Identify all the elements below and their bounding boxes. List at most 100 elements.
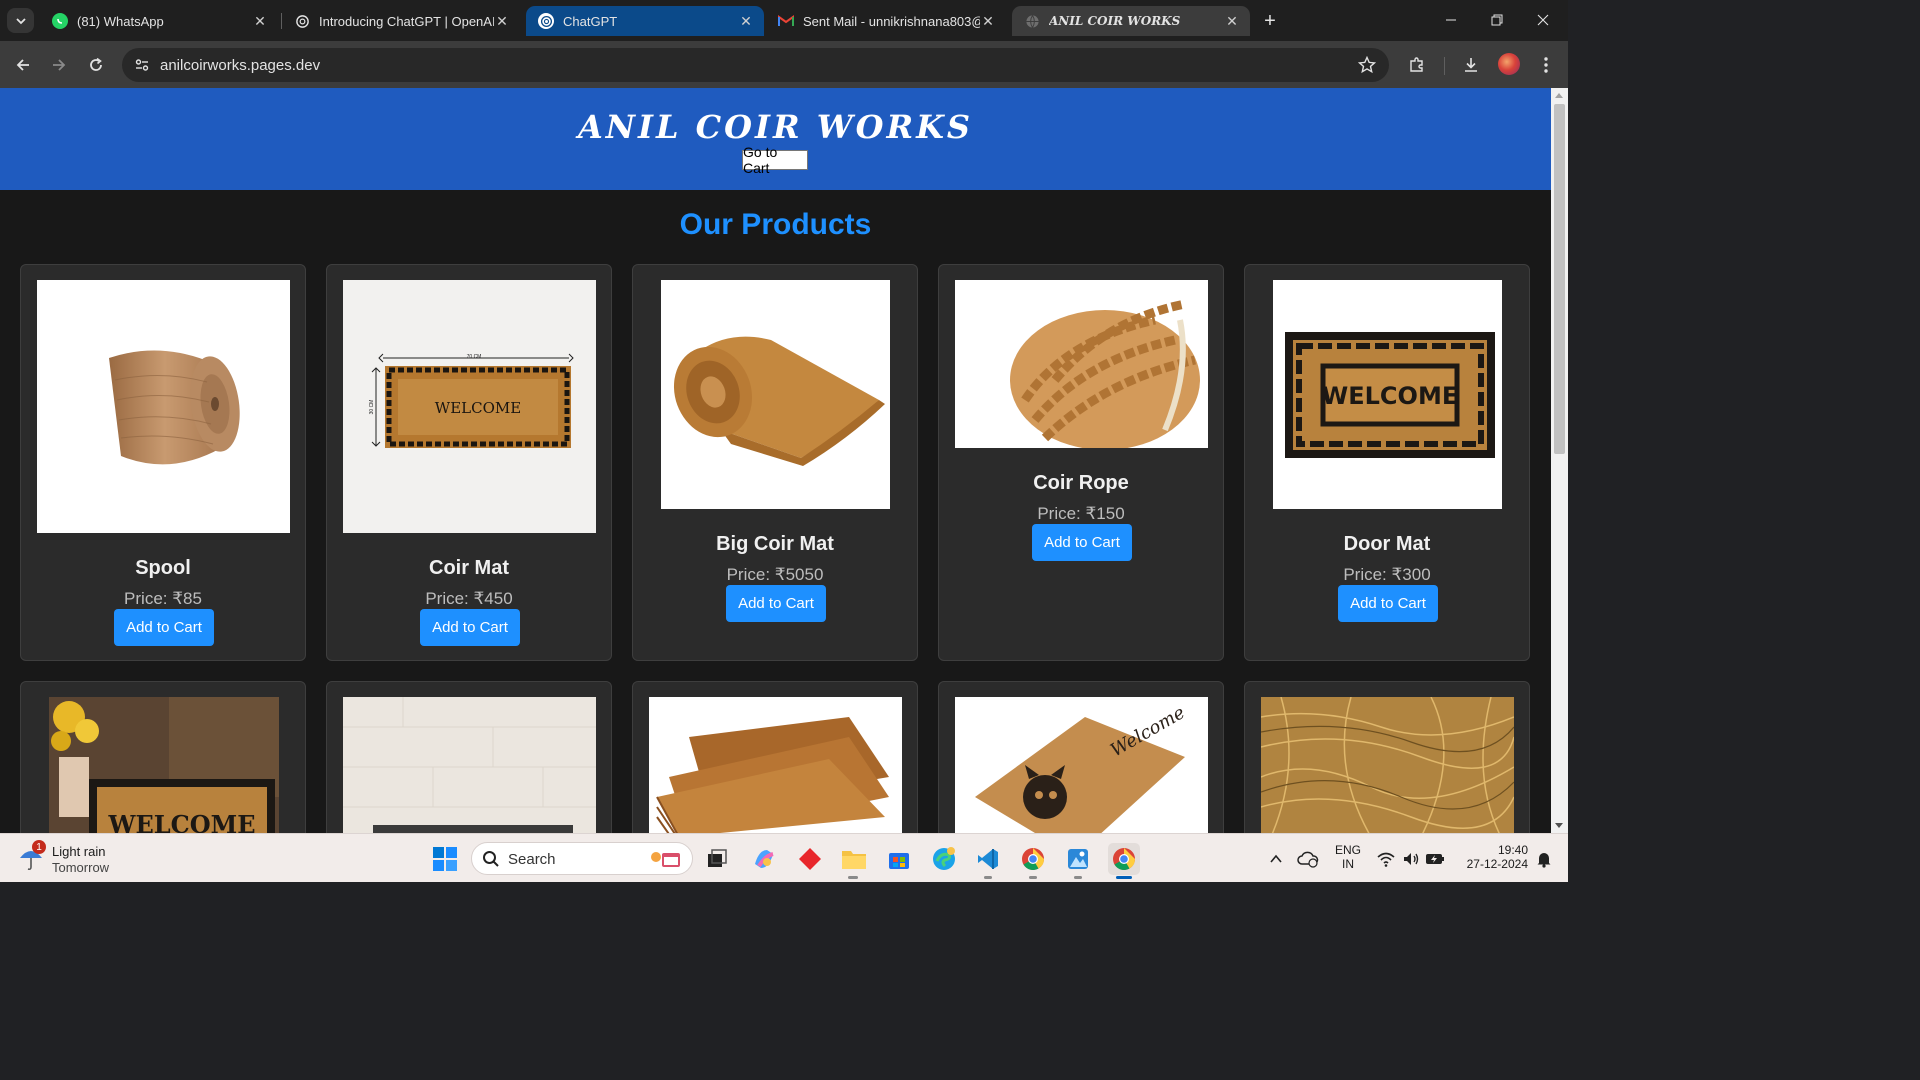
product-image bbox=[343, 697, 596, 833]
close-icon[interactable]: ✕ bbox=[494, 13, 510, 29]
running-indicator bbox=[984, 876, 992, 879]
task-view-button[interactable] bbox=[703, 845, 731, 873]
forward-button[interactable] bbox=[45, 51, 73, 79]
minimize-icon bbox=[1446, 19, 1456, 21]
tray-overflow-button[interactable] bbox=[1262, 845, 1290, 873]
language-code: ENG bbox=[1334, 843, 1361, 857]
coir-mat-image: 70 CM 30 CM WELCOME bbox=[369, 353, 574, 448]
diamond-app-icon bbox=[799, 848, 821, 870]
notification-badge: 1 bbox=[32, 840, 46, 854]
tab-gmail[interactable]: Sent Mail - unnikrishnana803@ ✕ bbox=[766, 6, 1006, 36]
weather-widget[interactable]: 1 Light rain Tomorrow bbox=[18, 840, 138, 876]
taskbar-search[interactable]: Search bbox=[471, 842, 693, 875]
weather-condition: Light rain bbox=[52, 844, 106, 859]
profile-avatar[interactable] bbox=[1498, 53, 1520, 75]
bookmark-star-icon[interactable] bbox=[1357, 55, 1377, 75]
downloads-button[interactable] bbox=[1457, 51, 1485, 79]
floor-mat-image bbox=[343, 697, 596, 833]
start-button[interactable] bbox=[431, 845, 459, 873]
product-name: Big Coir Mat bbox=[716, 533, 834, 555]
scroll-up-arrow-icon[interactable] bbox=[1555, 93, 1563, 98]
mat-text: WELCOME bbox=[108, 810, 256, 833]
tab-anil-coir-works[interactable]: ANIL COIR WORKS ✕ bbox=[1012, 6, 1250, 36]
welcome-doormat-image: WELCOME bbox=[49, 697, 279, 833]
add-to-cart-button[interactable]: Add to Cart bbox=[114, 609, 214, 646]
battery-charging-icon bbox=[1426, 854, 1444, 864]
product-card bbox=[632, 681, 918, 833]
search-label: Search bbox=[508, 851, 556, 868]
tab-title: ANIL COIR WORKS bbox=[1049, 14, 1181, 28]
door-mat-image: WELCOME bbox=[1285, 332, 1495, 458]
toolbar-divider bbox=[1444, 57, 1445, 75]
tab-title: Sent Mail - unnikrishnana803@ bbox=[803, 13, 980, 29]
restore-icon bbox=[1491, 14, 1503, 26]
tab-chatgpt[interactable]: ChatGPT ✕ bbox=[526, 6, 764, 36]
rope-image bbox=[1010, 299, 1200, 448]
coir-fibre-image bbox=[1261, 697, 1514, 833]
product-image: WELCOME bbox=[49, 697, 279, 833]
back-button[interactable] bbox=[9, 51, 37, 79]
section-title: Our Products bbox=[679, 208, 872, 241]
url-text: anilcoirworks.pages.dev bbox=[160, 57, 321, 74]
app-button[interactable] bbox=[796, 845, 824, 873]
close-icon[interactable]: ✕ bbox=[738, 13, 754, 29]
puzzle-icon bbox=[1410, 57, 1423, 72]
restore-button[interactable] bbox=[1474, 6, 1520, 34]
copilot-icon bbox=[755, 850, 774, 868]
cloud-sync-icon bbox=[1297, 851, 1319, 868]
close-icon[interactable]: ✕ bbox=[1224, 13, 1240, 29]
file-explorer-button[interactable] bbox=[840, 845, 868, 873]
close-window-button[interactable] bbox=[1520, 6, 1566, 34]
download-icon bbox=[1465, 58, 1477, 72]
add-to-cart-button[interactable]: Add to Cart bbox=[1338, 585, 1438, 622]
go-to-cart-button[interactable]: Go to Cart bbox=[742, 144, 808, 176]
product-name: Spool bbox=[135, 557, 191, 579]
edge-button[interactable] bbox=[930, 845, 958, 873]
site-header: ANIL COIR WORKS Go to Cart bbox=[0, 88, 1551, 190]
language-indicator[interactable]: ENG IN bbox=[1330, 843, 1366, 871]
tab-introducing-chatgpt[interactable]: Introducing ChatGPT | OpenAI ✕ bbox=[282, 6, 520, 36]
tab-search-button[interactable] bbox=[7, 8, 34, 33]
product-image: Welcome bbox=[955, 697, 1208, 833]
copilot-button[interactable] bbox=[750, 845, 778, 873]
scroll-down-arrow-icon[interactable] bbox=[1555, 823, 1563, 828]
add-to-cart-button[interactable]: Add to Cart bbox=[1032, 524, 1132, 561]
reload-button[interactable] bbox=[82, 51, 110, 79]
browser-toolbar: anilcoirworks.pages.dev bbox=[0, 41, 1568, 88]
clock[interactable]: 19:40 27-12-2024 bbox=[1456, 843, 1528, 871]
date: 27-12-2024 bbox=[1466, 857, 1528, 871]
gmail-icon bbox=[778, 13, 794, 29]
add-to-cart-button[interactable]: Add to Cart bbox=[420, 609, 520, 646]
dimension-label: 70 CM bbox=[467, 354, 482, 360]
chrome-active-button[interactable] bbox=[1108, 843, 1140, 875]
running-indicator bbox=[848, 876, 858, 879]
product-card bbox=[1244, 681, 1530, 833]
notifications-button[interactable] bbox=[1530, 845, 1558, 873]
minimize-button[interactable] bbox=[1428, 6, 1474, 34]
new-tab-button[interactable]: + bbox=[1258, 10, 1282, 32]
product-card-coir-mat: 70 CM 30 CM WELCOME Coir Mat Price: ₹450… bbox=[326, 264, 612, 661]
photos-button[interactable] bbox=[1064, 845, 1092, 873]
tab-whatsapp[interactable]: (81) WhatsApp ✕ bbox=[40, 6, 278, 36]
store-button[interactable] bbox=[885, 845, 913, 873]
edge-icon bbox=[933, 847, 955, 870]
mat-text: WELCOME bbox=[1322, 382, 1458, 410]
whatsapp-icon bbox=[52, 13, 68, 29]
scrollbar-thumb[interactable] bbox=[1554, 104, 1565, 454]
onedrive-button[interactable] bbox=[1294, 845, 1322, 873]
close-icon[interactable]: ✕ bbox=[980, 13, 996, 29]
battery-indicator[interactable] bbox=[1421, 845, 1449, 873]
menu-button[interactable] bbox=[1532, 51, 1560, 79]
product-price: Price: ₹85 bbox=[124, 589, 202, 608]
add-to-cart-button[interactable]: Add to Cart bbox=[726, 585, 826, 622]
close-icon[interactable]: ✕ bbox=[252, 13, 268, 29]
wifi-indicator[interactable] bbox=[1372, 845, 1400, 873]
speaker-icon bbox=[1404, 853, 1419, 865]
vscode-button[interactable] bbox=[974, 845, 1002, 873]
page-scrollbar[interactable] bbox=[1551, 88, 1568, 833]
address-bar[interactable]: anilcoirworks.pages.dev bbox=[122, 48, 1389, 82]
product-name: Coir Rope bbox=[1033, 472, 1129, 494]
chrome-button[interactable] bbox=[1019, 845, 1047, 873]
extensions-button[interactable] bbox=[1403, 51, 1431, 79]
site-info-icon[interactable] bbox=[132, 55, 152, 75]
